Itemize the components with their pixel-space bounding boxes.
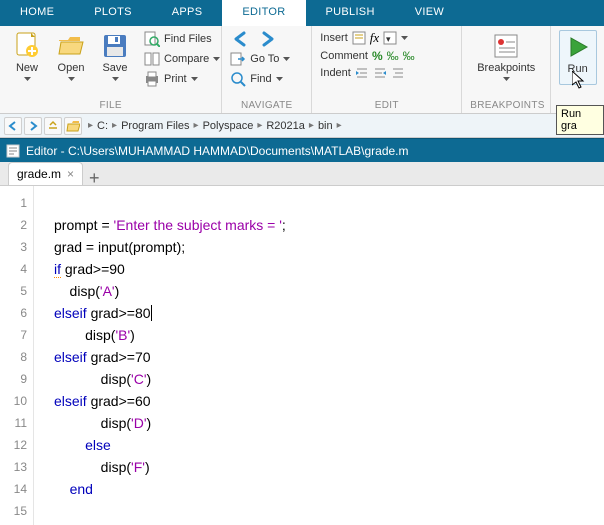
save-icon (101, 32, 129, 60)
nav-back-button[interactable] (230, 30, 252, 48)
browse-folder-button[interactable] (64, 117, 82, 135)
save-button[interactable]: Save (96, 30, 134, 83)
group-label-file: FILE (8, 98, 213, 111)
line-gutter: 123456789101112131415 (0, 186, 34, 525)
chevron-down-icon (213, 57, 220, 61)
nav-fwd-button[interactable] (256, 30, 278, 48)
smart-indent-icon[interactable] (391, 66, 405, 80)
code-content[interactable]: prompt = 'Enter the subject marks = ';gr… (34, 186, 286, 525)
wrap-comment-icon[interactable]: ‰ (403, 49, 415, 63)
chevron-down-icon (401, 36, 408, 40)
insert-label: Insert (320, 32, 348, 44)
document-tabs: grade.m × + (0, 162, 604, 186)
tab-plots[interactable]: PLOTS (74, 0, 152, 26)
mouse-cursor-icon (572, 71, 586, 89)
nav-back-small-button[interactable] (4, 117, 22, 135)
open-folder-icon (57, 32, 85, 60)
find-button[interactable]: Find (230, 70, 282, 88)
print-button[interactable]: Print (144, 70, 220, 88)
chevron-down-icon (503, 77, 510, 81)
goto-button[interactable]: Go To (230, 50, 290, 68)
run-button[interactable]: Run (559, 30, 597, 85)
tab-publish[interactable]: PUBLISH (306, 0, 395, 26)
insert-section-icon[interactable] (352, 31, 366, 45)
breakpoints-button[interactable]: Breakpoints (475, 30, 537, 83)
group-label-edit: EDIT (320, 98, 453, 111)
group-label-breakpoints: BREAKPOINTS (470, 98, 542, 111)
tab-home[interactable]: HOME (0, 0, 74, 26)
find-files-button[interactable]: Find Files (144, 30, 220, 48)
chevron-down-icon (24, 77, 31, 81)
run-icon (564, 33, 592, 61)
compare-icon (144, 51, 160, 67)
indent-left-icon[interactable] (373, 66, 387, 80)
close-icon[interactable]: × (67, 167, 74, 181)
indent-label: Indent (320, 67, 351, 79)
compare-button[interactable]: Compare (144, 50, 220, 68)
svg-text:▾: ▾ (386, 34, 391, 44)
find-icon (230, 71, 246, 87)
open-button[interactable]: Open (52, 30, 90, 83)
editor-title-text: Editor - C:\Users\MUHAMMAD HAMMAD\Docume… (26, 144, 409, 158)
breakpoints-icon (492, 32, 520, 60)
ribbon-tabs: HOME PLOTS APPS EDITOR PUBLISH VIEW (0, 0, 604, 26)
indent-right-icon[interactable] (355, 66, 369, 80)
print-icon (144, 71, 160, 87)
tab-view[interactable]: VIEW (395, 0, 464, 26)
code-editor[interactable]: 123456789101112131415 prompt = 'Enter th… (0, 186, 604, 525)
chevron-down-icon (68, 77, 75, 81)
uncomment-icon[interactable]: ‰ (387, 49, 399, 63)
chevron-down-icon (276, 77, 283, 81)
nav-up-button[interactable] (44, 117, 62, 135)
nav-fwd-small-button[interactable] (24, 117, 42, 135)
group-label-navigate: NAVIGATE (230, 98, 303, 111)
comment-icon[interactable]: % (372, 49, 383, 63)
chevron-down-icon (283, 57, 290, 61)
editor-title-bar: Editor - C:\Users\MUHAMMAD HAMMAD\Docume… (0, 138, 604, 162)
breadcrumb[interactable]: ▸ C: ▸ Program Files ▸ Polyspace ▸ R2021… (88, 120, 342, 132)
chevron-down-icon (191, 77, 198, 81)
editor-doc-icon (6, 144, 20, 158)
address-bar: ▸ C: ▸ Program Files ▸ Polyspace ▸ R2021… (0, 114, 604, 138)
tooltip: Run gra (556, 105, 604, 135)
goto-icon (230, 51, 246, 67)
new-file-icon (13, 32, 41, 60)
comment-label: Comment (320, 50, 368, 62)
new-button[interactable]: New (8, 30, 46, 83)
new-tab-button[interactable]: + (89, 171, 100, 185)
tab-editor[interactable]: EDITOR (222, 0, 305, 26)
insert-fx-icon[interactable]: fx (370, 30, 379, 46)
insert-var-icon[interactable]: ▾ (383, 31, 397, 45)
chevron-down-icon (112, 77, 119, 81)
tab-apps[interactable]: APPS (152, 0, 223, 26)
toolstrip: New Open Save (0, 26, 604, 114)
find-files-icon (144, 31, 160, 47)
doc-tab-grade[interactable]: grade.m × (8, 162, 83, 185)
